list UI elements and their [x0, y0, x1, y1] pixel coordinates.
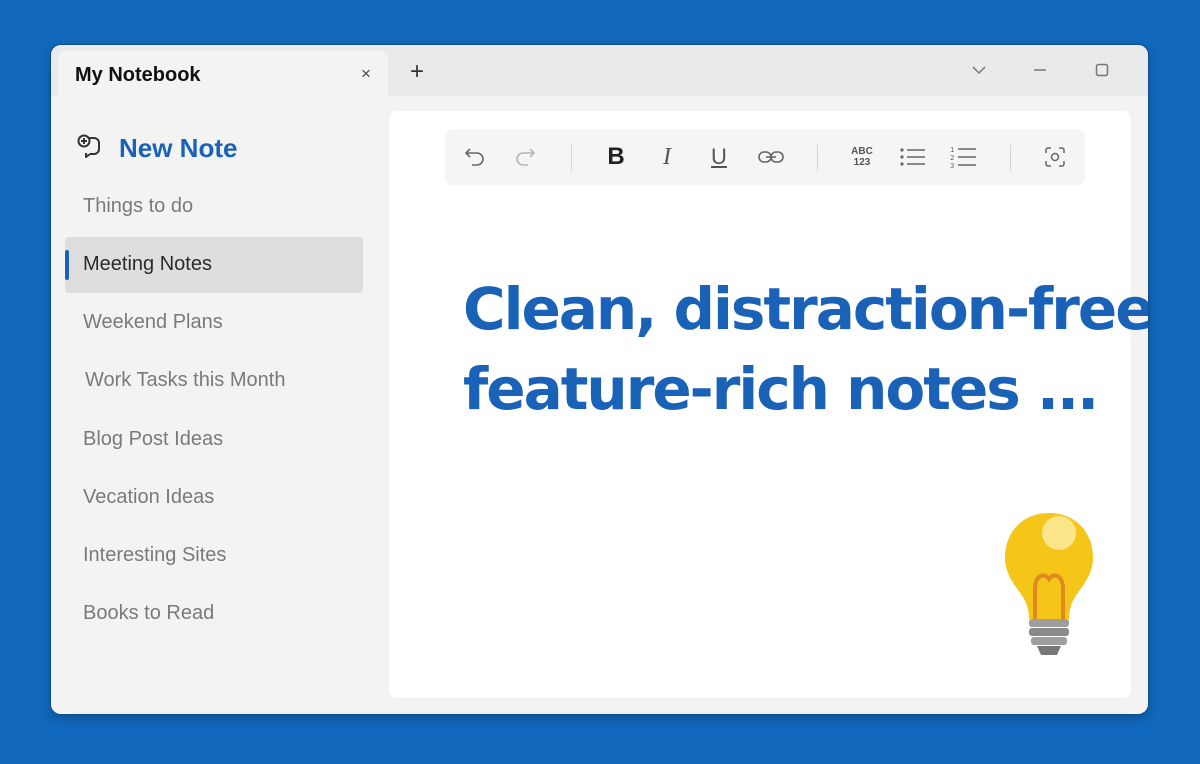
tab-close-button[interactable]: ×: [355, 63, 377, 85]
spellcheck-icon[interactable]: ABC 123: [846, 141, 878, 173]
toolbar-divider: [1010, 145, 1011, 171]
headline-line-1: Clean, distraction-free,: [463, 275, 1148, 343]
focus-mode-icon[interactable]: [1039, 141, 1071, 173]
svg-text:2: 2: [950, 154, 954, 162]
note-item-label: Vecation Ideas: [83, 486, 215, 508]
tab-title: My Notebook: [75, 64, 201, 86]
note-item-books-to-read[interactable]: Books to Read: [65, 586, 363, 642]
note-item-label: Things to do: [83, 195, 194, 217]
bulleted-list-icon[interactable]: [897, 141, 929, 173]
note-item-meeting-notes[interactable]: Meeting Notes: [65, 237, 363, 293]
spellcheck-bottom: 123: [853, 157, 871, 168]
note-item-weekend-plans[interactable]: Weekend Plans: [65, 295, 363, 351]
note-item-blog-post-ideas[interactable]: Blog Post Ideas: [65, 412, 363, 468]
title-bar: My Notebook × +: [51, 45, 1148, 96]
toolbar-divider: [571, 145, 572, 171]
undo-icon[interactable]: [459, 141, 491, 173]
note-item-label: Interesting Sites: [83, 544, 227, 566]
maximize-icon[interactable]: [1087, 55, 1117, 85]
note-item-label: Books to Read: [83, 602, 215, 624]
headline-line-2: feature-rich notes ...: [463, 355, 1099, 423]
note-item-interesting-sites[interactable]: Interesting Sites: [65, 528, 363, 584]
format-toolbar: B I U ABC 123 123: [445, 129, 1085, 185]
note-item-label: Meeting Notes: [83, 253, 212, 275]
lightbulb-icon: [999, 509, 1099, 669]
underline-icon[interactable]: U: [703, 141, 735, 173]
link-icon[interactable]: [755, 141, 787, 173]
new-note-button[interactable]: New Note: [77, 132, 237, 164]
chevron-down-icon[interactable]: [964, 55, 994, 85]
note-item-things-to-do[interactable]: Things to do: [65, 179, 363, 235]
new-note-label: New Note: [119, 132, 238, 163]
note-item-work-tasks[interactable]: Work Tasks this Month: [65, 353, 363, 409]
note-item-label: Work Tasks this Month: [85, 369, 286, 391]
italic-icon[interactable]: I: [651, 141, 683, 173]
note-item-label: Blog Post Ideas: [83, 428, 224, 450]
note-item-vecation-ideas[interactable]: Vecation Ideas: [65, 470, 363, 526]
bold-icon[interactable]: B: [600, 141, 632, 173]
note-headline: Clean, distraction-free, feature-rich no…: [463, 269, 1148, 429]
app-window: My Notebook × + New Note Things to do Me…: [51, 45, 1148, 714]
active-indicator: [65, 250, 69, 280]
spellcheck-top: ABC: [851, 146, 873, 157]
toolbar-divider: [817, 145, 818, 171]
new-tab-button[interactable]: +: [402, 58, 432, 88]
sidebar: New Note Things to do Meeting Notes Week…: [51, 96, 387, 714]
note-editor[interactable]: B I U ABC 123 123 Clean, distraction-fre…: [389, 111, 1148, 698]
numbered-list-icon[interactable]: 123: [948, 141, 980, 173]
svg-text:3: 3: [950, 162, 954, 170]
tab-my-notebook[interactable]: My Notebook ×: [58, 51, 388, 96]
svg-text:1: 1: [950, 146, 954, 154]
redo-icon[interactable]: [509, 141, 541, 173]
new-note-icon: [77, 132, 105, 165]
note-item-label: Weekend Plans: [83, 311, 223, 333]
minimize-icon[interactable]: [1025, 55, 1055, 85]
